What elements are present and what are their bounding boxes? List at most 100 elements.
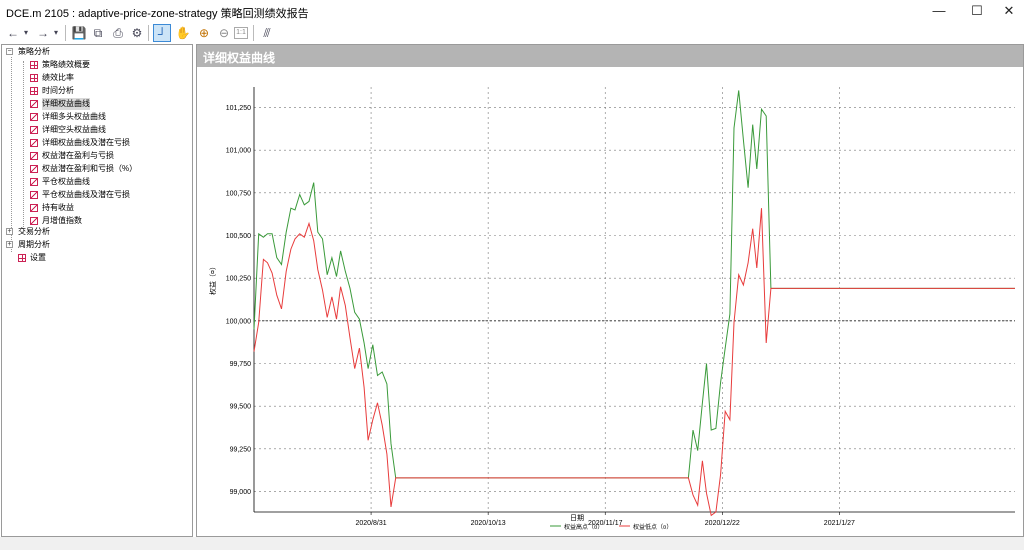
- tree-item-label: 权益潜在盈利和亏损（%）: [42, 164, 138, 173]
- collapse-icon[interactable]: −: [6, 48, 13, 55]
- y-tick-label: 101,250: [226, 105, 251, 112]
- expand-icon[interactable]: +: [6, 241, 13, 248]
- series: [253, 90, 1015, 517]
- tree-item-label: 平仓权益曲线: [42, 177, 90, 186]
- x-tick-label: 2020/8/31: [355, 520, 386, 527]
- y-tick-label: 100,250: [226, 276, 251, 283]
- chart-panel: 详细权益曲线 99,000 99,250 99,500 99,750 100,000 10…: [196, 44, 1024, 537]
- panel-header: 详细权益曲线: [197, 45, 1023, 67]
- y-tick-label: 100,500: [226, 233, 251, 240]
- window-title: DCE.m 2105 : adaptive-price-zone-strateg…: [6, 8, 309, 20]
- export-icon[interactable]: ⫻: [258, 24, 276, 42]
- chart-icon: [30, 191, 38, 199]
- zoom-fit-icon[interactable]: 1:1: [234, 27, 248, 39]
- tree-item-label: 持有收益: [42, 203, 74, 212]
- zoom-out-icon[interactable]: ⊖: [215, 24, 233, 42]
- equity-chart[interactable]: 99,000 99,250 99,500 99,750 100,000 100,250 10…: [197, 67, 1023, 536]
- crosshair-icon[interactable]: ┘: [153, 24, 171, 42]
- equity-high-line: [253, 90, 1015, 479]
- tree-item-closed-equity-curve[interactable]: 平仓权益曲线: [24, 176, 184, 188]
- tree-item-label: 权益潜在盈利与亏损: [42, 151, 114, 160]
- panel-title: 详细权益曲线: [203, 51, 276, 65]
- tree-item-label: 平仓权益曲线及潜在亏损: [42, 190, 130, 199]
- tree-item-short-equity-curve[interactable]: 详细空头权益曲线: [24, 124, 184, 136]
- navigation-tree: − 策略分析 策略绩效概要 绩效比率 时间分析 详细权益曲线 详细多头权益曲线 …: [1, 44, 193, 537]
- legend-label-high: 权益高点（¤）: [564, 523, 603, 531]
- tree-node-strategy-analysis[interactable]: − 策略分析: [6, 46, 186, 58]
- x-tick-label: 2020/10/13: [471, 520, 506, 527]
- tree-node-label: 交易分析: [18, 227, 50, 236]
- hand-icon[interactable]: ✋: [174, 24, 192, 42]
- tree-item-label: 详细多头权益曲线: [42, 112, 106, 121]
- gear-icon[interactable]: ⚙: [128, 24, 146, 42]
- y-tick-label: 99,000: [230, 489, 252, 496]
- save-icon[interactable]: 💾: [70, 24, 88, 42]
- toolbar-separator: [253, 25, 254, 41]
- chart-icon: [30, 165, 38, 173]
- tree-node-trade-analysis[interactable]: + 交易分析: [6, 226, 186, 238]
- toolbar: ← ▾ → ▾ 💾 ⧉ ⎙ ⚙ ┘ ✋ ⊕ ⊖ 1:1 ⫻: [0, 22, 1024, 44]
- tree-item-label: 时间分析: [42, 86, 74, 95]
- tree-node-label: 周期分析: [18, 240, 50, 249]
- y-tick-label: 100,000: [226, 318, 251, 325]
- equity-low-line: [253, 208, 1015, 517]
- y-tick-label: 101,000: [226, 148, 251, 155]
- axes: 99,000 99,250 99,500 99,750 100,000 100,250 10…: [226, 87, 1015, 527]
- grid-icon: [30, 74, 38, 82]
- tree-item-label: 策略绩效概要: [42, 60, 90, 69]
- tree-item-label: 绩效比率: [42, 73, 74, 82]
- tree-node-label: 策略分析: [18, 47, 50, 56]
- x-tick-label: 2020/12/22: [705, 520, 740, 527]
- tree-item-long-equity-curve[interactable]: 详细多头权益曲线: [24, 111, 184, 123]
- chart-icon: [30, 217, 38, 225]
- tree-connector: [11, 57, 12, 252]
- tree-item-performance-summary[interactable]: 策略绩效概要: [24, 59, 184, 71]
- chart-icon: [30, 126, 38, 134]
- print-icon[interactable]: ⎙: [109, 24, 127, 42]
- tree-item-detailed-equity-curve[interactable]: 详细权益曲线: [24, 98, 184, 110]
- forward-dropdown-icon[interactable]: ▾: [50, 24, 62, 42]
- tree-item-label: 详细空头权益曲线: [42, 125, 106, 134]
- y-tick-label: 99,500: [230, 404, 252, 411]
- tree-item-equity-curve-drawdown[interactable]: 详细权益曲线及潜在亏损: [24, 137, 184, 149]
- grid-icon: [30, 87, 38, 95]
- chart-icon: [30, 100, 38, 108]
- title-bar: DCE.m 2105 : adaptive-price-zone-strateg…: [0, 0, 1024, 22]
- y-tick-label: 99,750: [230, 361, 252, 368]
- x-axis-label: 日期: [570, 514, 584, 522]
- grid-icon: [30, 61, 38, 69]
- grid-icon: [18, 254, 26, 262]
- chart-icon: [30, 152, 38, 160]
- copy-icon[interactable]: ⧉: [89, 24, 107, 42]
- tree-node-settings[interactable]: 设置: [6, 252, 186, 264]
- grid: [254, 87, 1015, 512]
- toolbar-separator: [148, 25, 149, 41]
- y-tick-label: 99,250: [230, 446, 252, 453]
- expand-icon[interactable]: +: [6, 228, 13, 235]
- zoom-in-icon[interactable]: ⊕: [195, 24, 213, 42]
- chart-icon: [30, 178, 38, 186]
- tree-item-closed-equity-drawdown[interactable]: 平仓权益曲线及潜在亏损: [24, 189, 184, 201]
- close-button[interactable]: ✕: [992, 0, 1024, 22]
- tree-item-label: 详细权益曲线及潜在亏损: [42, 138, 130, 147]
- tree-item-performance-ratios[interactable]: 绩效比率: [24, 72, 184, 84]
- tree-item-label: 详细权益曲线: [42, 98, 90, 110]
- tree-item-holding-return[interactable]: 持有收益: [24, 202, 184, 214]
- tree-item-time-analysis[interactable]: 时间分析: [24, 85, 184, 97]
- y-tick-label: 100,750: [226, 190, 251, 197]
- minimize-button[interactable]: —: [922, 0, 956, 22]
- maximize-button[interactable]: ☐: [960, 0, 994, 22]
- toolbar-separator: [65, 25, 66, 41]
- legend-label-low: 权益低点（¤）: [633, 523, 672, 531]
- status-bar: [0, 537, 1024, 550]
- back-dropdown-icon[interactable]: ▾: [20, 24, 32, 42]
- tree-node-period-analysis[interactable]: + 周期分析: [6, 239, 186, 251]
- labels: 日期 权益（¤）: [208, 263, 584, 522]
- tree-item-potential-profit-loss[interactable]: 权益潜在盈利与亏损: [24, 150, 184, 162]
- chart-icon: [30, 113, 38, 121]
- tree-node-label: 设置: [30, 253, 46, 262]
- tree-item-potential-profit-loss-pct[interactable]: 权益潜在盈利和亏损（%）: [24, 163, 184, 175]
- chart-icon: [30, 139, 38, 147]
- x-tick-label: 2021/1/27: [824, 520, 855, 527]
- y-axis-label: 权益（¤）: [208, 263, 217, 295]
